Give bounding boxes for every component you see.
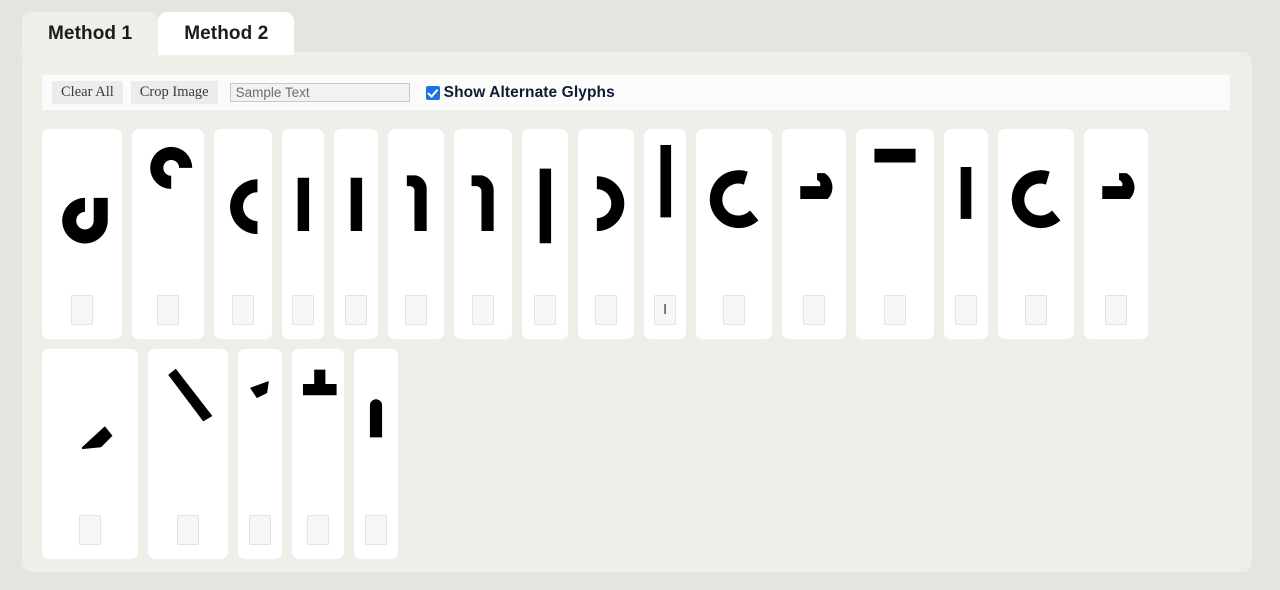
glyph-card[interactable] [388,129,444,339]
glyph-hooked-stem-left-2-icon [454,129,512,295]
glyph-card[interactable] [42,349,138,559]
show-alternate-glyphs-label: Show Alternate Glyphs [443,83,615,101]
glyph-label-input[interactable] [472,295,494,325]
glyph-vertical-bar-tall-icon [522,129,568,295]
glyph-tee-shape-icon [292,349,344,515]
glyph-card[interactable] [354,349,398,559]
glyph-c-arc-icon [214,129,272,295]
glyph-card[interactable] [856,129,934,339]
glyph-hooked-stem-left-icon [388,129,444,295]
tab-bar: Method 1 Method 2 [22,12,295,55]
glyph-card[interactable] [522,129,568,339]
glyph-diagonal-stroke-icon [148,349,228,515]
glyph-card[interactable] [148,349,228,559]
glyph-label-input[interactable] [365,515,387,545]
glyph-vertical-bar-short-3-icon [944,129,988,295]
glyph-card[interactable] [696,129,772,339]
glyph-comma-wedge-icon [42,349,138,515]
glyph-label-input[interactable] [177,515,199,545]
clear-all-button[interactable]: Clear All [52,80,123,105]
glyph-label-input[interactable] [1025,295,1047,325]
glyph-card[interactable] [42,129,122,339]
glyph-small-wedge-icon [238,349,282,515]
glyph-label-input[interactable] [803,295,825,325]
glyph-card[interactable] [214,129,272,339]
glyph-dal-wedge-2-icon [1084,129,1148,295]
glyph-card[interactable] [282,129,324,339]
glyph-thick-bar-rounded-icon [354,349,398,515]
glyph-card[interactable] [454,129,512,339]
glyph-card[interactable] [238,349,282,559]
glyph-label-input[interactable] [249,515,271,545]
glyph-card[interactable] [132,129,204,339]
glyph-horizontal-bar-icon [856,129,934,295]
glyph-dal-wedge-icon [782,129,846,295]
glyph-label-input[interactable] [884,295,906,325]
glyph-label-input[interactable] [232,295,254,325]
glyph-vertical-bar-short-icon [282,129,324,295]
glyph-label-input[interactable] [595,295,617,325]
main-panel: Clear All Crop Image Show Alternate Glyp… [22,52,1252,572]
glyph-vertical-bar-short-2-icon [334,129,378,295]
glyph-c-arc-large-icon [696,129,772,295]
glyph-card[interactable] [998,129,1074,339]
glyph-card[interactable] [1084,129,1148,339]
glyph-hook-open-down-small-icon [132,129,204,295]
glyph-label-input[interactable] [955,295,977,325]
glyph-label-input[interactable] [157,295,179,325]
glyph-label-input[interactable] [1105,295,1127,325]
checkbox-checked-icon[interactable] [425,85,440,100]
tab-method-1-label: Method 1 [48,23,133,44]
glyph-label-input[interactable] [307,515,329,545]
tab-method-2-label: Method 2 [184,23,269,44]
crop-image-button[interactable]: Crop Image [130,80,218,105]
sample-text-input[interactable] [229,83,410,102]
show-alternate-glyphs-control[interactable]: Show Alternate Glyphs [425,83,615,102]
glyph-card[interactable] [292,349,344,559]
tab-method-2[interactable]: Method 2 [158,12,295,55]
glyph-label-input[interactable] [405,295,427,325]
glyph-label-input[interactable] [723,295,745,325]
tab-method-1[interactable]: Method 1 [22,12,159,55]
glyph-label-input[interactable] [79,515,101,545]
glyph-card[interactable] [334,129,378,339]
glyph-card[interactable] [944,129,988,339]
glyph-card-grid [42,129,1232,559]
toolbar: Clear All Crop Image Show Alternate Glyp… [42,75,1230,110]
glyph-c-arc-large-2-icon [998,129,1074,295]
glyph-vertical-bar-thin-icon [644,129,686,295]
glyph-card[interactable] [782,129,846,339]
glyph-label-input[interactable] [71,295,93,325]
glyph-label-input[interactable] [534,295,556,325]
glyph-hook-open-left-icon [42,129,122,295]
glyph-label-input[interactable] [654,295,676,325]
glyph-d-arc-open-left-icon [578,129,634,295]
glyph-card[interactable] [644,129,686,339]
glyph-card[interactable] [578,129,634,339]
glyph-label-input[interactable] [292,295,314,325]
glyph-label-input[interactable] [345,295,367,325]
